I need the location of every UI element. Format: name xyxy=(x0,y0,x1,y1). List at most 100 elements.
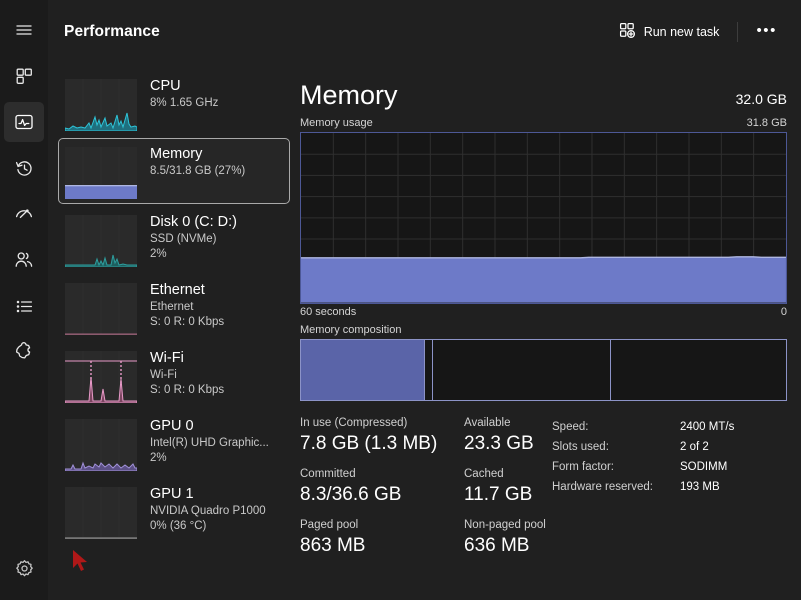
resource-item-gpu0[interactable]: GPU 0 Intel(R) UHD Graphic... 2% xyxy=(58,410,290,476)
more-options-icon: ••• xyxy=(756,21,777,39)
users-people-icon xyxy=(14,250,34,270)
new-task-icon xyxy=(619,22,636,42)
sidebar-item-performance[interactable] xyxy=(4,102,44,142)
ethernet-thumbnail-graph xyxy=(65,283,137,335)
resource-name: Memory xyxy=(150,146,203,162)
stat-key: In use (Compressed) xyxy=(300,417,408,429)
spec-key: Form factor: xyxy=(552,461,614,473)
resource-item-text: Memory 8.5/31.8 GB (27%) xyxy=(150,145,245,179)
performance-pulse-icon xyxy=(14,112,34,132)
sidebar-item-startup-apps[interactable] xyxy=(4,194,44,234)
memory-detail-pane: Memory 32.0 GB Memory usage 31.8 GB 60 s… xyxy=(290,64,801,600)
wifi-thumbnail-graph xyxy=(65,351,137,403)
spec-hardware-reserved: Hardware reserved: 193 MB xyxy=(552,477,734,497)
resource-item-text: GPU 1 NVIDIA Quadro P1000 0% (36 °C) xyxy=(150,485,266,534)
spec-form-factor: Form factor: SODIMM xyxy=(552,457,734,477)
memory-thumbnail-graph xyxy=(65,147,137,199)
memory-composition-bar[interactable] xyxy=(300,339,787,401)
list-icon xyxy=(15,297,34,316)
services-gear-icon xyxy=(14,342,34,362)
stat-value: 863 MB xyxy=(300,535,366,556)
stats-right-column: Speed: 2400 MT/s Slots used: 2 of 2 Form… xyxy=(546,415,734,568)
spec-key: Hardware reserved: xyxy=(552,481,653,493)
resource-name: GPU 1 xyxy=(150,486,194,502)
stat-row: In use (Compressed) 7.8 GB (1.3 MB) Avai… xyxy=(300,415,546,457)
axis-label-left: 60 seconds xyxy=(300,306,357,318)
resource-sub1: 8.5/31.8 GB (27%) xyxy=(150,165,246,177)
resource-item-gpu1[interactable]: GPU 1 NVIDIA Quadro P1000 0% (36 °C) xyxy=(58,478,290,544)
nav-rail xyxy=(0,0,48,600)
resource-item-wifi[interactable]: Wi-Fi Wi-Fi S: 0 R: 0 Kbps xyxy=(58,342,290,408)
composition-segment-in-use[interactable] xyxy=(301,340,425,400)
run-new-task-label: Run new task xyxy=(643,25,720,39)
hamburger-menu-button[interactable] xyxy=(4,10,44,50)
memory-stats: In use (Compressed) 7.8 GB (1.3 MB) Avai… xyxy=(300,415,787,568)
sidebar-item-details[interactable] xyxy=(4,286,44,326)
stat-committed: Committed 8.3/36.6 GB xyxy=(300,466,464,508)
graph-max-label: 31.8 GB xyxy=(746,117,787,129)
sidebar-item-services[interactable] xyxy=(4,332,44,372)
resource-sub2: 2% xyxy=(150,452,167,464)
resource-sub1: Wi-Fi xyxy=(150,369,177,381)
stat-paged-pool: Paged pool 863 MB xyxy=(300,517,464,559)
spec-key: Slots used: xyxy=(552,441,609,453)
page-title: Performance xyxy=(64,23,160,40)
resource-sub1: 8% 1.65 GHz xyxy=(150,97,219,109)
resource-item-ethernet[interactable]: Ethernet Ethernet S: 0 R: 0 Kbps xyxy=(58,274,290,340)
stat-row: Committed 8.3/36.6 GB Cached 11.7 GB xyxy=(300,466,546,508)
composition-segment-free[interactable] xyxy=(611,340,786,400)
spec-value: 2400 MT/s xyxy=(680,421,735,433)
resource-sub1: Intel(R) UHD Graphic... xyxy=(150,437,269,449)
main-area: Performance Run new task ••• CPU 8% 1.65… xyxy=(48,0,801,600)
toolbar-divider xyxy=(737,22,739,42)
graph-axis-row: 60 seconds 0 xyxy=(300,306,787,318)
title-bar-actions: Run new task ••• xyxy=(609,16,787,48)
resource-sub2: S: 0 R: 0 Kbps xyxy=(150,384,225,396)
spec-key: Speed: xyxy=(552,421,589,433)
composition-segment-modified[interactable] xyxy=(425,340,434,400)
composition-segment-standby[interactable] xyxy=(433,340,612,400)
resource-item-text: Disk 0 (C: D:) SSD (NVMe) 2% xyxy=(150,213,237,262)
sidebar-item-users[interactable] xyxy=(4,240,44,280)
resource-item-disk0[interactable]: Disk 0 (C: D:) SSD (NVMe) 2% xyxy=(58,206,290,272)
history-clock-icon xyxy=(15,159,34,178)
axis-label-right: 0 xyxy=(780,306,787,318)
resource-item-text: GPU 0 Intel(R) UHD Graphic... 2% xyxy=(150,417,269,466)
resource-name: CPU xyxy=(150,78,181,94)
hamburger-icon xyxy=(15,21,33,39)
resource-item-memory[interactable]: Memory 8.5/31.8 GB (27%) xyxy=(58,138,290,204)
resource-list: CPU 8% 1.65 GHz Memory 8.5/31.8 GB (27%)… xyxy=(48,64,290,600)
resource-sub2: 2% xyxy=(150,248,167,260)
task-manager-window: Performance Run new task ••• CPU 8% 1.65… xyxy=(0,0,801,600)
resource-sub2: S: 0 R: 0 Kbps xyxy=(150,316,225,328)
resource-sub1: NVIDIA Quadro P1000 xyxy=(150,505,266,517)
processes-grid-icon xyxy=(15,67,34,86)
graph-title: Memory usage xyxy=(300,117,373,129)
gpu0-thumbnail-graph xyxy=(65,419,137,471)
spec-slots-used: Slots used: 2 of 2 xyxy=(552,437,734,457)
composition-title: Memory composition xyxy=(300,324,402,336)
settings-gear-icon xyxy=(15,559,34,578)
resource-name: GPU 0 xyxy=(150,418,194,434)
memory-usage-plot xyxy=(301,133,786,303)
spec-value: 2 of 2 xyxy=(680,441,709,453)
detail-title: Memory xyxy=(300,80,398,110)
stat-key: Paged pool xyxy=(300,519,359,531)
spec-value: 193 MB xyxy=(680,481,720,493)
resource-item-text: CPU 8% 1.65 GHz xyxy=(150,77,218,111)
resource-sub1: SSD (NVMe) xyxy=(150,233,217,245)
resource-name: Disk 0 (C: D:) xyxy=(150,214,237,230)
gauge-icon xyxy=(14,204,34,224)
stat-value: 7.8 GB (1.3 MB) xyxy=(300,433,438,454)
sidebar-item-processes[interactable] xyxy=(4,56,44,96)
run-new-task-button[interactable]: Run new task xyxy=(609,16,730,48)
graph-caption-row: Memory usage 31.8 GB xyxy=(300,117,787,129)
detail-capacity: 32.0 GB xyxy=(735,91,787,107)
memory-usage-chart xyxy=(300,132,787,304)
more-options-button[interactable]: ••• xyxy=(746,16,787,48)
settings-button[interactable] xyxy=(4,548,44,588)
sidebar-item-app-history[interactable] xyxy=(4,148,44,188)
resource-item-text: Wi-Fi Wi-Fi S: 0 R: 0 Kbps xyxy=(150,349,224,398)
title-bar: Performance Run new task ••• xyxy=(48,0,801,64)
resource-item-cpu[interactable]: CPU 8% 1.65 GHz xyxy=(58,70,290,136)
